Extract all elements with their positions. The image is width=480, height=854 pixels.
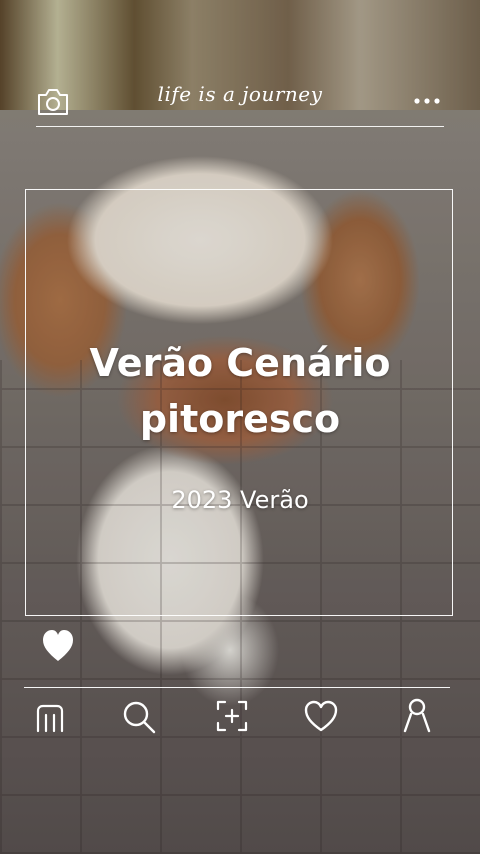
profile-icon[interactable] [401, 697, 433, 733]
add-photo-icon[interactable] [215, 699, 249, 733]
card-title-line2: pitoresco [139, 397, 341, 441]
bottom-divider [24, 687, 450, 688]
top-bar: life is a journey [0, 0, 480, 130]
card-subtitle: 2023 Verão [171, 486, 309, 514]
header-divider [36, 126, 444, 127]
home-icon[interactable] [34, 702, 66, 734]
more-dots-icon[interactable] [412, 96, 442, 106]
heart-icon[interactable] [42, 627, 74, 663]
card-title-line1: Verão Cenário [89, 341, 391, 385]
search-icon[interactable] [121, 699, 157, 735]
card-title: Verão Cenário pitoresco [40, 335, 440, 447]
favorites-icon[interactable] [303, 699, 339, 733]
camera-icon[interactable] [36, 87, 70, 117]
brand-wordmark: life is a journey [157, 82, 323, 106]
